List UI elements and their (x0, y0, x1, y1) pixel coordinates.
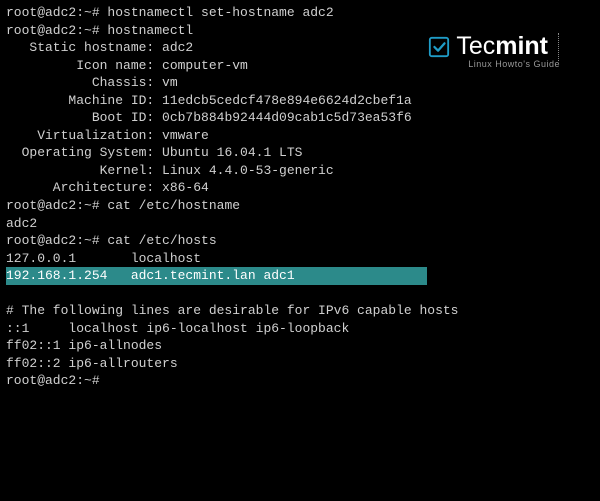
tecmint-icon (428, 36, 450, 58)
cmd-line-3: root@adc2:~# cat /etc/hostname (6, 197, 594, 215)
cmd-line-4: root@adc2:~# cat /etc/hosts (6, 232, 594, 250)
hosts-highlighted: 192.168.1.254 adc1.tecmint.lan adc1 (6, 267, 594, 285)
cmd-line-1: root@adc2:~# hostnamectl set-hostname ad… (6, 4, 594, 22)
hostnamectl-chassis: Chassis: vm (6, 74, 594, 92)
hosts-ipv6-3: ff02::2 ip6-allrouters (6, 355, 594, 373)
hostname-output: adc2 (6, 215, 594, 233)
hosts-ipv6-1: ::1 localhost ip6-localhost ip6-loopback (6, 320, 594, 338)
hostnamectl-kernel: Kernel: Linux 4.4.0-53-generic (6, 162, 594, 180)
hostnamectl-arch: Architecture: x86-64 (6, 179, 594, 197)
hosts-blank (6, 285, 594, 303)
tecmint-tagline: Linux Howto's Guide (468, 58, 560, 70)
hostnamectl-machine-id: Machine ID: 11edcb5cedcf478e894e6624d2cb… (6, 92, 594, 110)
hostnamectl-virtualization: Virtualization: vmware (6, 127, 594, 145)
cmd-line-5[interactable]: root@adc2:~# (6, 372, 594, 390)
hostnamectl-boot-id: Boot ID: 0cb7b884b92444d09cab1c5d73ea53f… (6, 109, 594, 127)
hosts-ipv6-2: ff02::1 ip6-allnodes (6, 337, 594, 355)
hostnamectl-os: Operating System: Ubuntu 16.04.1 LTS (6, 144, 594, 162)
hosts-comment: # The following lines are desirable for … (6, 302, 594, 320)
hosts-localhost: 127.0.0.1 localhost (6, 250, 594, 268)
